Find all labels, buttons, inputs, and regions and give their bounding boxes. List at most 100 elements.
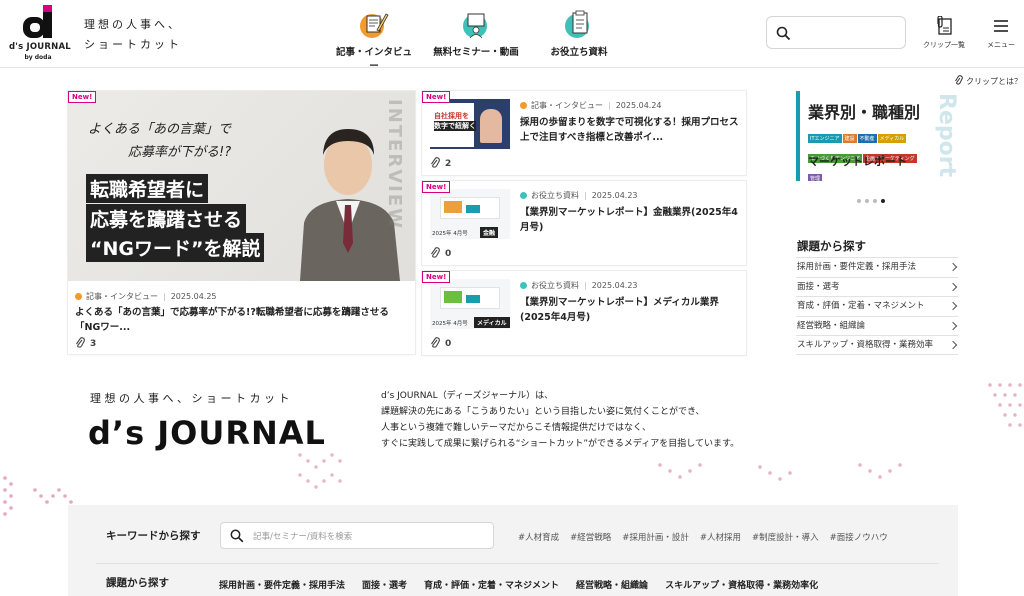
issue-link-label: 面接・選考 bbox=[797, 281, 840, 292]
new-badge: New! bbox=[422, 181, 451, 193]
header-search-button[interactable] bbox=[766, 16, 906, 49]
issue-search-link[interactable]: 面接・選考 bbox=[362, 581, 407, 591]
clip-list-button[interactable]: クリップ一覧 bbox=[920, 16, 968, 50]
dot-pattern-right bbox=[658, 463, 902, 481]
keyword-search-input[interactable]: 記事/セミナー/資料を検索 bbox=[220, 522, 494, 549]
article-thumbnail: 自社採用を 数字で紐解く bbox=[430, 99, 510, 149]
carousel-dots bbox=[857, 188, 889, 207]
new-badge: New! bbox=[68, 91, 97, 103]
article-clip-number: 2 bbox=[445, 159, 452, 169]
thumb-text-1: 自社採用を bbox=[434, 112, 469, 120]
issue-search-link[interactable]: 採用計画・要件定義・採用手法 bbox=[219, 581, 345, 591]
article-clip-count[interactable]: 0 bbox=[430, 337, 451, 349]
issues-list: 採用計画・要件定義・採用手法 面接・選考 育成・評価・定着・マネジメント 経営戦… bbox=[796, 257, 958, 355]
issue-search-label: 課題から探す bbox=[106, 577, 169, 589]
search-icon bbox=[230, 529, 244, 543]
hamburger-icon bbox=[994, 20, 1008, 32]
featured-image: New! よくある「あの言葉」で 応募率が下がる!? 転職希望者に 応募を躊躇さ… bbox=[68, 91, 415, 281]
logo-d-icon bbox=[23, 5, 52, 38]
chevron-right-icon bbox=[948, 340, 958, 350]
article-thumbnail: 2025年 4月号 メディカル bbox=[430, 279, 510, 329]
article-card[interactable]: 自社採用を 数字で紐解く New! 記事・インタビュー | 2025.04.24 採… bbox=[422, 91, 746, 175]
featured-category: 記事・インタビュー bbox=[86, 292, 158, 301]
article-meta: 記事・インタビュー | 2025.04.24 bbox=[520, 100, 662, 111]
clip-list-icon bbox=[937, 16, 952, 35]
featured-article-card[interactable]: New! よくある「あの言葉」で 応募率が下がる!? 転職希望者に 応募を躊躇さ… bbox=[68, 91, 415, 354]
issue-link[interactable]: 経営戦略・組織論 bbox=[796, 315, 958, 336]
seminar-icon bbox=[463, 13, 487, 39]
hashtag-link[interactable]: #面接ノウハウ bbox=[830, 533, 888, 543]
nav-seminars[interactable]: 無料セミナー・動画 bbox=[433, 8, 519, 58]
featured-image-line-2: 応募を躊躇させる bbox=[86, 204, 247, 233]
issue-search-link[interactable]: スキルアップ・資格取得・業務効率化 bbox=[665, 581, 818, 591]
article-thumbnail: 2025年 4月号 金融 bbox=[430, 189, 510, 239]
menu-button[interactable]: メニュー bbox=[983, 16, 1019, 50]
logo-text: d's JOURNAL bbox=[9, 42, 71, 52]
article-card[interactable]: 2025年 4月号 メディカル New! お役立ち資料 | 2025.04.23 【… bbox=[422, 271, 746, 355]
issue-search-link[interactable]: 経営戦略・組織論 bbox=[576, 581, 648, 591]
report-accent-bar bbox=[796, 91, 800, 181]
hashtag-link[interactable]: #制度設計・導入 bbox=[752, 533, 819, 543]
chevron-right-icon bbox=[948, 321, 958, 330]
hashtag-link[interactable]: #人材採用 bbox=[700, 533, 741, 543]
article-title: 【業界別マーケットレポート】金融業界(2025年4月号) bbox=[520, 207, 738, 233]
article-category: お役立ち資料 bbox=[531, 281, 579, 290]
carousel-dot[interactable] bbox=[857, 199, 861, 203]
article-title: 【業界別マーケットレポート】メディカル業界(2025年4月号) bbox=[520, 297, 719, 323]
market-report-banner[interactable]: 業界別・職種別 ITエンジニア 建設 不動産 メディカルモノづくりエンジニア 企画・マー… bbox=[796, 91, 958, 181]
carousel-dot-active[interactable] bbox=[881, 199, 885, 203]
issue-link[interactable]: スキルアップ・資格取得・業務効率 bbox=[796, 335, 958, 355]
issue-link[interactable]: 面接・選考 bbox=[796, 276, 958, 297]
thumb-person bbox=[480, 109, 502, 143]
report-tag: 管理 bbox=[808, 174, 823, 181]
intro-logo: d’s JOURNAL bbox=[88, 414, 326, 452]
article-clip-count[interactable]: 0 bbox=[430, 247, 451, 259]
carousel-dot[interactable] bbox=[865, 199, 869, 203]
article-clip-number: 0 bbox=[445, 339, 452, 349]
intro-description: d’s JOURNAL（ディーズジャーナル）は、 課題解決の先にある「こうありた… bbox=[381, 388, 739, 452]
thumb-chart-bar bbox=[444, 201, 462, 213]
thumb-chart-bar bbox=[466, 205, 480, 213]
featured-title: よくある「あの言葉」で応募率が下がる!?転職希望者に応募を躊躇させる「NGワー.… bbox=[75, 307, 389, 333]
nav-articles[interactable]: 記事・インタビュー bbox=[333, 8, 415, 72]
article-clip-count[interactable]: 2 bbox=[430, 157, 451, 169]
issue-link[interactable]: 採用計画・要件定義・採用手法 bbox=[796, 257, 958, 277]
thumb-label: 金融 bbox=[480, 227, 499, 238]
site-logo[interactable]: d's JOURNAL by doda bbox=[9, 5, 71, 63]
keyword-search-label: キーワードから探す bbox=[106, 530, 201, 542]
report-side-word: Report bbox=[934, 93, 958, 178]
category-dot bbox=[520, 102, 527, 109]
carousel-dot[interactable] bbox=[873, 199, 877, 203]
paperclip-icon bbox=[955, 75, 963, 85]
article-title: 採用の歩留まりを数字で可視化する！採用プロセス上で注目すべき指標と改善ポイ... bbox=[520, 117, 739, 143]
featured-date: 2025.04.25 bbox=[170, 292, 217, 301]
featured-image-heading-2: 応募率が下がる!? bbox=[128, 145, 232, 160]
hashtag-link[interactable]: #人材育成 bbox=[518, 533, 559, 543]
report-tag: ITエンジニア bbox=[808, 134, 842, 143]
featured-clip-count[interactable]: 3 bbox=[75, 337, 96, 349]
article-meta: お役立ち資料 | 2025.04.23 bbox=[520, 280, 638, 291]
article-card[interactable]: 2025年 4月号 金融 New! お役立ち資料 | 2025.04.23 【業界別… bbox=[422, 181, 746, 265]
article-category: 記事・インタビュー bbox=[531, 101, 603, 110]
thumb-chart-bar bbox=[444, 291, 462, 303]
issue-link-label: 採用計画・要件定義・採用手法 bbox=[797, 262, 917, 272]
nav-documents[interactable]: お役立ち資料 bbox=[545, 8, 613, 58]
article-date: 2025.04.23 bbox=[591, 281, 638, 290]
intro-line: d’s JOURNAL（ディーズジャーナル）は、 bbox=[381, 391, 554, 401]
hashtag-link[interactable]: #採用計画・設計 bbox=[622, 533, 689, 543]
clip-help-label: クリップとは？ bbox=[966, 77, 1022, 86]
dot-pattern-center bbox=[298, 453, 342, 489]
hashtag-link[interactable]: #経営戦略 bbox=[570, 533, 611, 543]
clip-help-link[interactable]: クリップとは？ bbox=[954, 75, 1022, 87]
search-icon bbox=[776, 26, 791, 41]
article-meta: お役立ち資料 | 2025.04.23 bbox=[520, 190, 638, 201]
issue-link[interactable]: 育成・評価・定着・マネジメント bbox=[796, 296, 958, 316]
page: d's JOURNAL by doda 理想の人事へ、 ショートカット 記事・イ… bbox=[0, 0, 1024, 596]
thumb-label: メディカル bbox=[474, 317, 510, 328]
article-clip-number: 0 bbox=[445, 249, 452, 259]
nav-articles-label: 記事・インタビュー bbox=[335, 47, 412, 72]
dot-pattern-far-right bbox=[988, 383, 1022, 427]
header-tagline: 理想の人事へ、 ショートカット bbox=[84, 18, 182, 51]
issue-search-link[interactable]: 育成・評価・定着・マネジメント bbox=[424, 581, 559, 591]
issue-search-links: 採用計画・要件定義・採用手法 面接・選考 育成・評価・定着・マネジメント 経営戦略・組… bbox=[219, 578, 835, 591]
